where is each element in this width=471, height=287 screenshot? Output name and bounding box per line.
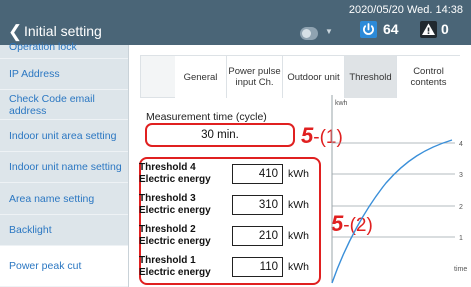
graph-level-2-label: 2 xyxy=(459,204,463,211)
sidebar-item-area-name[interactable]: Area name setting xyxy=(0,183,128,215)
threshold-panel: General Power pulse input Ch. Outdoor un… xyxy=(128,45,471,287)
energy-graph: kwh 4 3 2 1 time xyxy=(331,95,467,284)
threshold-1-unit: kWh xyxy=(288,261,309,273)
tab-outdoor-unit[interactable]: Outdoor unit xyxy=(283,56,345,98)
threshold-4-label: Threshold 4 Electric energy xyxy=(139,162,211,185)
threshold-2-input[interactable]: 210 xyxy=(232,226,283,246)
threshold-row-4: Threshold 4 Electric energy 410 kWh xyxy=(139,159,319,189)
warning-icon[interactable] xyxy=(420,21,437,38)
threshold-1-label: Threshold 1 Electric energy xyxy=(139,255,211,278)
warning-count: 0 xyxy=(441,21,449,37)
tab-threshold[interactable]: Threshold xyxy=(345,56,397,98)
tab-control-contents[interactable]: Control contents xyxy=(397,56,460,98)
threshold-2-label: Threshold 2 Electric energy xyxy=(139,224,211,247)
sidebar-item-indoor-unit-area[interactable]: Indoor unit area setting xyxy=(0,120,128,152)
graph-level-4-label: 4 xyxy=(459,141,463,148)
tab-bar: General Power pulse input Ch. Outdoor un… xyxy=(140,55,460,98)
sidebar-item-ip-address[interactable]: IP Address xyxy=(0,59,128,90)
threshold-4-unit: kWh xyxy=(288,168,309,180)
graph-x-unit: time xyxy=(454,266,467,273)
graph-level-1-label: 1 xyxy=(459,235,463,242)
power-count: 64 xyxy=(383,21,399,37)
graph-y-unit: kwh xyxy=(335,100,348,107)
power-icon[interactable] xyxy=(360,21,377,38)
caret-down-icon[interactable]: ▼ xyxy=(325,27,333,36)
sidebar-item-backlight[interactable]: Backlight xyxy=(0,215,128,246)
tab-general[interactable]: General xyxy=(175,56,227,98)
threshold-2-unit: kWh xyxy=(288,230,309,242)
threshold-1-input[interactable]: 110 xyxy=(232,257,283,277)
threshold-4-input[interactable]: 410 xyxy=(232,164,283,184)
measurement-time-label: Measurement time (cycle) xyxy=(146,111,267,123)
measurement-time-field[interactable]: 30 min. xyxy=(145,123,295,147)
callout-5-1-number: 5 xyxy=(301,123,314,148)
graph-level-3-label: 3 xyxy=(459,172,463,179)
settings-sidebar: Operation lock IP Address Check Code ema… xyxy=(0,41,128,287)
threshold-row-1: Threshold 1 Electric energy 110 kWh xyxy=(139,252,319,282)
threshold-3-unit: kWh xyxy=(288,199,309,211)
threshold-row-2: Threshold 2 Electric energy 210 kWh xyxy=(139,221,319,251)
sidebar-item-check-code-email[interactable]: Check Code email address xyxy=(0,90,128,120)
energy-curve xyxy=(331,139,453,284)
sidebar-item-indoor-unit-name[interactable]: Indoor unit name setting xyxy=(0,152,128,183)
threshold-row-3: Threshold 3 Electric energy 310 kWh xyxy=(139,190,319,220)
tab-power-pulse-input[interactable]: Power pulse input Ch. xyxy=(227,56,283,98)
date-time: 2020/05/20 Wed. 14:38 xyxy=(348,4,463,16)
threshold-3-input[interactable]: 310 xyxy=(232,195,283,215)
toggle-switch[interactable] xyxy=(300,27,318,40)
sidebar-item-operation-lock[interactable]: Operation lock xyxy=(0,35,128,59)
threshold-3-label: Threshold 3 Electric energy xyxy=(139,193,211,216)
sidebar-item-power-peak-cut[interactable]: Power peak cut xyxy=(0,246,128,287)
